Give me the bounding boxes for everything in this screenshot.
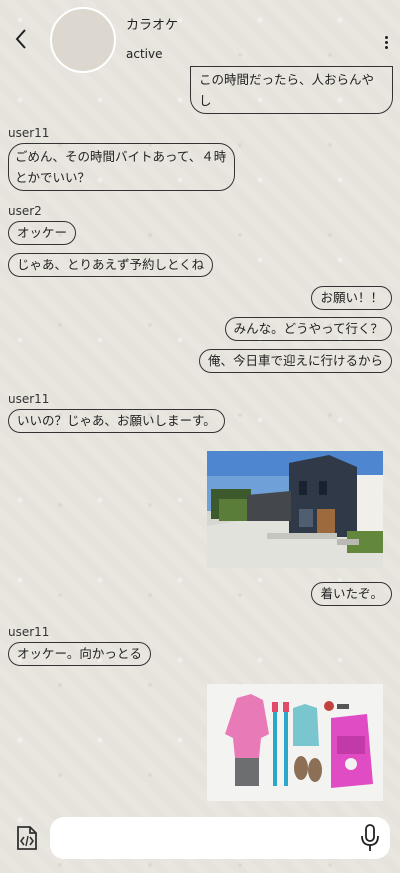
sender-name: user11	[8, 392, 50, 406]
sender-name: user11	[8, 625, 50, 639]
microphone-icon	[361, 824, 379, 851]
group-avatar[interactable]	[50, 7, 116, 73]
back-button[interactable]	[6, 24, 36, 54]
more-vertical-icon	[384, 35, 388, 39]
attach-file-button[interactable]	[12, 822, 42, 854]
message-bubble-outgoing[interactable]: この時間だったら、人おらんやし	[190, 66, 393, 114]
hiking-gear-photo[interactable]	[207, 684, 383, 801]
house-photo[interactable]	[207, 451, 383, 568]
more-menu-button[interactable]	[378, 30, 394, 54]
sender-name: user2	[8, 204, 42, 218]
message-bubble-incoming[interactable]: いいの？じゃあ、お願いしまーす。	[8, 409, 225, 433]
chat-status: active	[126, 47, 163, 61]
message-bubble-incoming[interactable]: オッケー	[8, 221, 77, 245]
message-bubble-outgoing[interactable]: 着いたぞ。	[311, 582, 392, 606]
chevron-left-icon	[15, 29, 26, 49]
message-input[interactable]	[50, 817, 390, 859]
house-image	[207, 451, 383, 568]
message-bubble-outgoing[interactable]: みんな。どうやって行く？	[224, 317, 392, 341]
message-bubble-incoming[interactable]: じゃあ、とりあえず予約しとくね	[8, 253, 214, 277]
message-bubble-incoming[interactable]: ごめん、その時間バイトあって、４時とかでいい？	[8, 143, 235, 191]
message-bubble-incoming[interactable]: オッケー。向かっとる	[8, 642, 151, 666]
message-bubble-outgoing[interactable]: 俺、今日車で迎えに行けるから	[198, 349, 392, 373]
sender-name: user11	[8, 126, 50, 140]
hiking-gear-image	[207, 684, 383, 801]
file-code-icon	[17, 826, 37, 850]
voice-input-button[interactable]	[356, 822, 384, 854]
chat-title: カラオケ	[126, 18, 179, 33]
message-bubble-outgoing[interactable]: お願い！！	[311, 286, 392, 310]
